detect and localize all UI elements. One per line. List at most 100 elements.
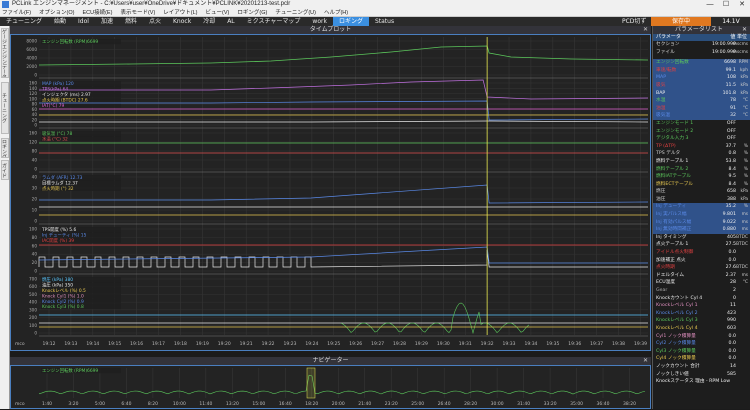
timeplot-canvas[interactable]: 19:12 19:13 19:14 19:15 19:16 19:17 19:18 19:19… [10, 34, 651, 351]
side-tab[interactable]: ロギングデータ [1, 138, 9, 158]
navigator-svg[interactable]: 1:40 3:20 5:00 6:40 8:20 10:00 11:40 13:20 15:00… [11, 366, 650, 408]
navigator-trace [38, 374, 646, 395]
trace-line [38, 246, 648, 264]
navigator-tick-label: 18:20 [305, 401, 318, 407]
parameter-row[interactable]: エンジン回転数 6698 RPM [653, 59, 750, 67]
parameter-row[interactable]: Cyl3 ノック積算量 0.0 [653, 348, 750, 356]
layout-tab[interactable]: ミクスチャーマップ [241, 17, 307, 26]
layout-tab[interactable]: 点火 [143, 17, 167, 26]
layout-tab[interactable]: Knock [167, 17, 197, 26]
navigator-tick-label: 10:00 [173, 401, 186, 407]
menu-item[interactable]: 表示モード(V) [120, 9, 155, 16]
parameter-row[interactable]: Knockレベル Cyl 1 11 [653, 302, 750, 310]
parameter-row[interactable]: 燃圧 658 kPa [653, 188, 750, 196]
parameter-row[interactable]: 加速補正 点火 0.0 [653, 257, 750, 265]
menu-item[interactable]: ファイル(F) [2, 9, 31, 16]
menu-item[interactable]: チューニング(U) [275, 9, 316, 16]
layout-tab[interactable]: AL [221, 17, 240, 26]
parameter-row[interactable]: ECU温度 28 °C [653, 279, 750, 287]
menu-item[interactable]: ロギング(G) [237, 9, 267, 16]
parameter-row[interactable]: Cyl4 ノック積算量 0.0 [653, 355, 750, 363]
parameter-row[interactable]: Inj デューティ 35.2% [653, 203, 750, 212]
parameter-row[interactable]: TPS デルタ 0.8% [653, 150, 750, 158]
side-tab[interactable]: ゲージエンジンデータ [1, 28, 9, 78]
layout-tab[interactable]: ロギング [332, 17, 369, 26]
layout-tab[interactable]: Idol [72, 17, 95, 26]
parameter-row[interactable]: ドエルタイム 2.37 ms [653, 272, 750, 280]
timeplot-svg[interactable]: 19:12 19:13 19:14 19:15 19:16 19:17 19:18 19:19… [11, 35, 650, 350]
navigator-tick-label: 5:00 [95, 401, 105, 407]
parameter-row[interactable]: Inj 無効時間補正 0.880 ms [653, 226, 750, 234]
parameter-row[interactable]: Knockレベル Cyl 4 603 [653, 325, 750, 333]
parameter-row[interactable]: エンジンモード 2 OFF [653, 128, 750, 136]
parameter-row[interactable]: 燃料IATテーブル 9.5% [653, 173, 750, 181]
parameter-row[interactable]: 吸気 11.5 kPa [653, 81, 750, 90]
layout-tab[interactable]: チューニング [0, 17, 48, 26]
parameter-unit: % [743, 204, 748, 210]
value-tick-label: 40 [32, 112, 38, 117]
parameter-row[interactable]: 燃料ECTテーブル 8.4% [653, 181, 750, 189]
menu-item[interactable]: オプション(O) [39, 9, 74, 16]
value-tick-label: 120 [29, 140, 37, 145]
menu-item[interactable]: ECU接続(E) [82, 9, 112, 16]
record-button[interactable]: 保存中 [651, 17, 711, 26]
parameter-row[interactable]: MAP 108 kPa [653, 74, 750, 82]
parameter-row[interactable]: 燃料テーブル 1 53.8% [653, 158, 750, 166]
parameter-row[interactable]: Inj 有効パルス幅 9.022 ms [653, 218, 750, 227]
parameter-row[interactable]: Knockレベル Cyl 2 423 [653, 310, 750, 318]
parameter-row[interactable]: TP (ΔTP) 37.7% [653, 143, 750, 151]
menu-item[interactable]: レイアウト(L) [163, 9, 197, 16]
layout-tab[interactable]: 燃料 [119, 17, 143, 26]
menu-item[interactable]: ヘルプ(H) [324, 9, 348, 16]
parameter-row[interactable]: 車速/転数 99.1 kph [653, 66, 750, 75]
time-tick-label: 19:17 [152, 341, 165, 347]
parameter-row[interactable]: Inj 実パルス幅 9.801 ms [653, 211, 750, 219]
parameter-value: 35.2 [725, 204, 736, 210]
navigator-tick-label: 33:20 [544, 401, 557, 407]
parameter-row[interactable]: 油圧 388 kPa [653, 196, 750, 204]
parameter-name: 燃料テーブル 2 [656, 166, 689, 172]
parameter-row[interactable]: デジタル入力 3 OFF [653, 135, 750, 143]
value-tick-label: 80 [32, 235, 38, 240]
layout-tab[interactable]: 冷却 [197, 17, 221, 26]
parameter-row[interactable]: Inj タイミング 405 BTDC [653, 234, 750, 242]
pcd-status: PCD切ず ~ Off [622, 18, 647, 34]
navigator-canvas[interactable]: 1:40 3:20 5:00 6:40 8:20 10:00 11:40 13:20 15:00… [10, 365, 651, 409]
parameter-name: エンジン回転数 [656, 60, 689, 66]
channel-label: Knock Cyl3 (%) 0.8 [42, 304, 84, 310]
parameter-row[interactable]: Knockカウント Cyl 4 0 [653, 295, 750, 303]
value-tick-label: 20 [32, 117, 38, 122]
parameter-row[interactable]: BAP 101.8 kPa [653, 89, 750, 98]
maximize-button[interactable]: ☐ [718, 0, 734, 9]
parameter-name: TP (ΔTP) [656, 143, 676, 149]
parameter-row[interactable]: 水温 78 °C [653, 97, 750, 105]
parameter-value: 423 [727, 310, 736, 316]
value-tick-label: 20 [32, 197, 38, 202]
minimize-button[interactable]: — [702, 0, 718, 9]
parameter-row[interactable]: 油温 91 °C [653, 104, 750, 113]
parameter-row[interactable]: ノックしきい値 585 [653, 371, 750, 379]
parameter-row[interactable]: 燃料テーブル 2 8.4% [653, 166, 750, 174]
parameter-row[interactable]: ノックカウント 合計 14 [653, 363, 750, 371]
layout-tab[interactable]: 始動 [48, 17, 72, 26]
timeplot-close-icon[interactable]: ✕ [643, 26, 648, 34]
menu-item[interactable]: ビュー(V) [206, 9, 230, 16]
parameter-row[interactable]: Gear 2 [653, 287, 750, 295]
navigator-close-icon[interactable]: ✕ [643, 357, 648, 365]
parameter-row[interactable]: 点火テーブル 1 27.5 BTDC [653, 241, 750, 249]
parameter-row[interactable]: Knockステータス 理由 - RPM Low [653, 378, 750, 386]
parameter-row[interactable]: 吸気温 32 °C [653, 112, 750, 120]
parameter-row[interactable]: 点火時期 27.6 BTDC [653, 264, 750, 272]
side-tab[interactable]: チューニング [1, 82, 9, 134]
parameter-row[interactable]: Cyl1 ノック積算量 0.0 [653, 333, 750, 341]
parameter-row[interactable]: Knockレベル Cyl 3 990 [653, 317, 750, 325]
layout-tab[interactable]: 加速 [95, 17, 119, 26]
parameter-row[interactable]: エンジンモード 1 OFF [653, 120, 750, 128]
layout-tab[interactable]: Status [369, 17, 400, 26]
close-button[interactable]: ✕ [734, 0, 750, 9]
layout-tab[interactable]: work [306, 17, 333, 26]
parameter-row[interactable]: Cyl2 ノック積算量 0.0 [653, 340, 750, 348]
parameter-row[interactable]: アイドル点火制御 0.0 [653, 249, 750, 257]
side-tab[interactable]: ガイド [1, 160, 9, 180]
parameter-list-close-icon[interactable]: ✕ [742, 26, 747, 34]
